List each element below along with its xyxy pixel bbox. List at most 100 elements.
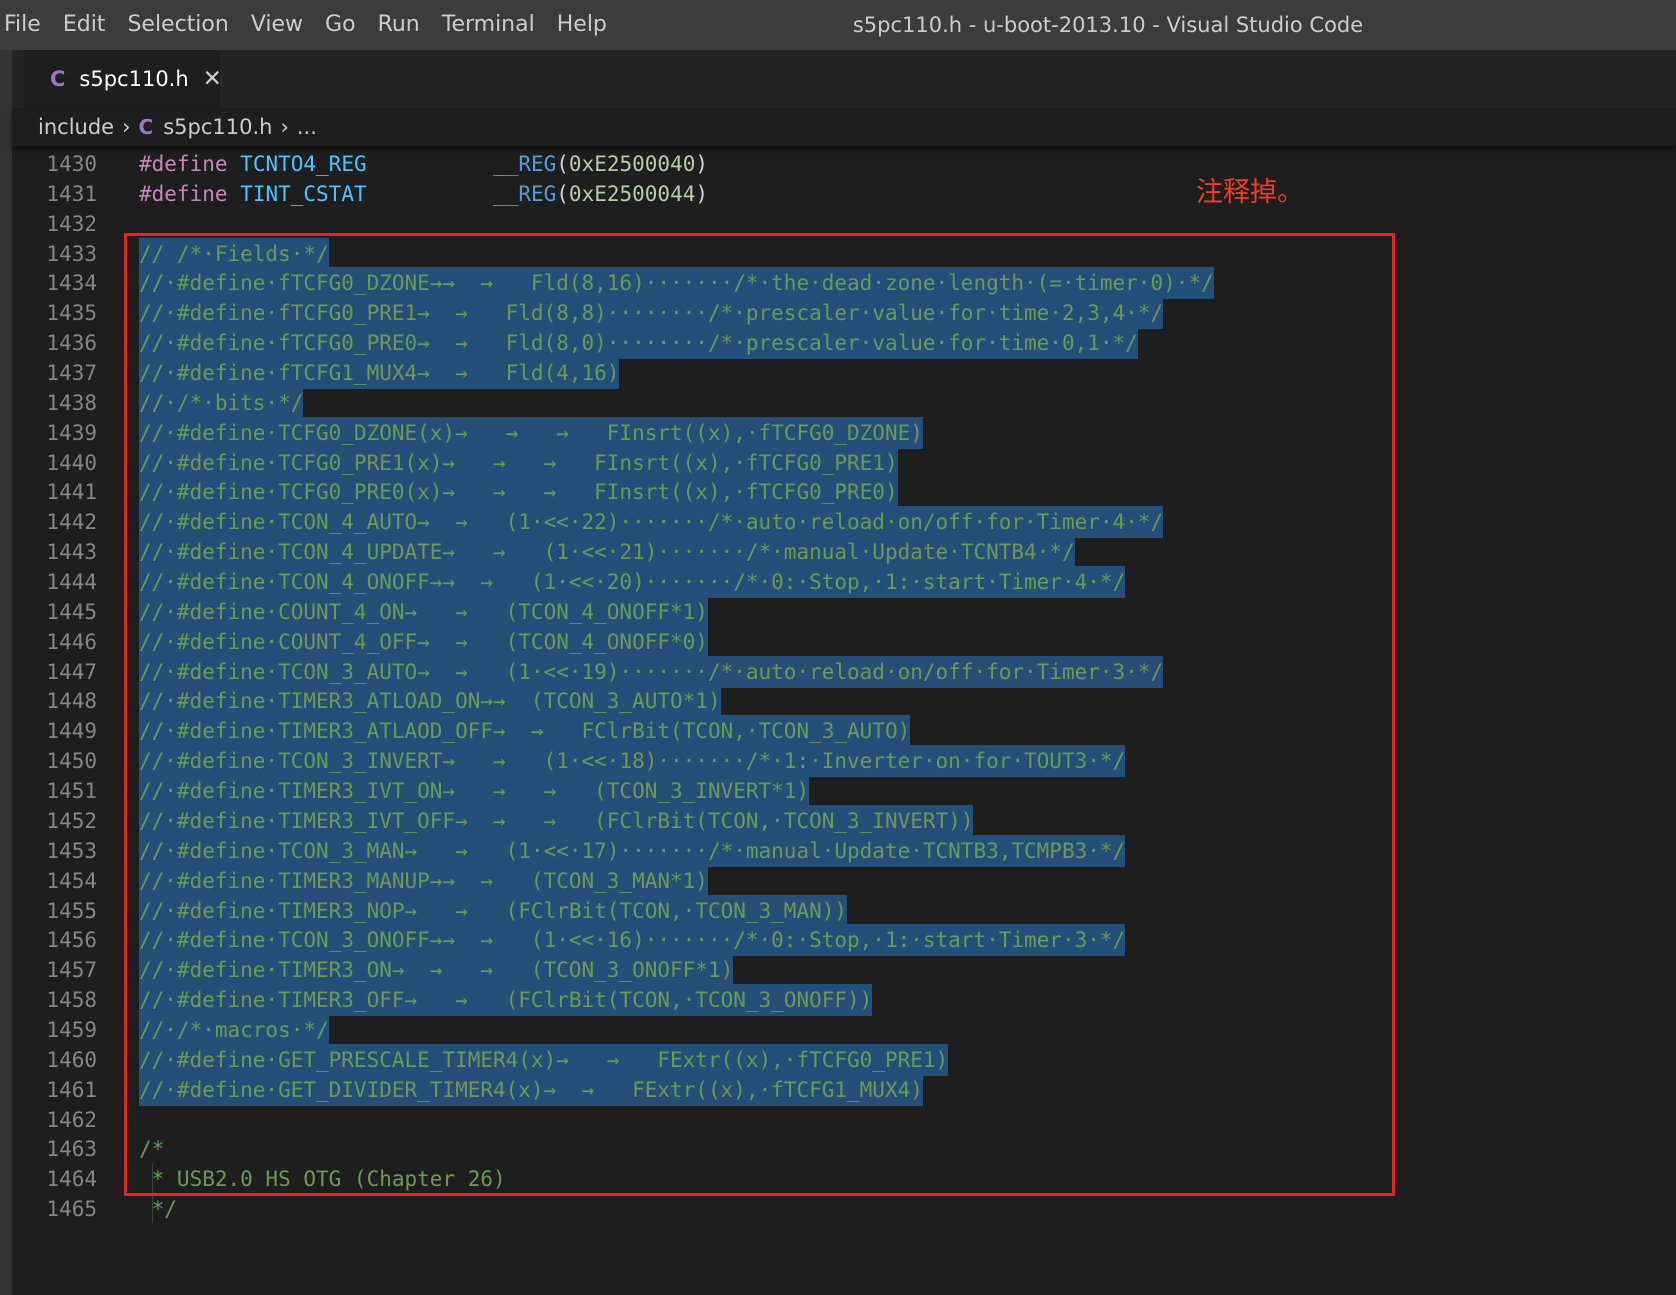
comment-text: */	[139, 1197, 177, 1222]
chevron-right-icon: ›	[122, 115, 131, 139]
code-line: 1460 //·#define·GET_PRESCALE_TIMER4(x)→ →…	[12, 1043, 1672, 1076]
code-line: 1432	[12, 208, 1672, 240]
paren: )	[695, 152, 709, 176]
code-line: 1461 //·#define·GET_DIVIDER_TIMER4(x)→ → …	[12, 1073, 1672, 1106]
code-line: 1465 */	[12, 1193, 1672, 1225]
commented-code-selected: //·#define·COUNT_4_ON→ → (TCON_4_ONOFF*1…	[139, 595, 708, 628]
code-line: 1433 // /*·Fields·*/	[12, 237, 1672, 270]
menu-item-help[interactable]: Help	[546, 0, 618, 50]
code-line: 1458 //·#define·TIMER3_OFF→ → (FClrBit(TC…	[12, 984, 1672, 1017]
line-number: 1459	[46, 1017, 97, 1042]
line-number: 1436	[46, 331, 97, 356]
code-line: 1435 //·#define·fTCFG0_PRE1→ → Fld(8,8)··…	[12, 297, 1672, 330]
commented-code-selected: // /*·Fields·*/	[139, 237, 329, 270]
commented-code-selected: //·#define·TCFG0_DZONE(x)→ → → FInsrt((x…	[139, 416, 923, 449]
line-number: 1464	[46, 1167, 97, 1192]
commented-code-selected: //·#define·TIMER3_NOP→ → (FClrBit(TCON,·…	[139, 894, 848, 927]
commented-code-selected: //·#define·TCON_4_AUTO→ → (1·<<·22)·····…	[139, 506, 1164, 539]
line-number: 1439	[46, 420, 97, 445]
spacing	[367, 182, 493, 206]
c-file-icon: C	[50, 67, 66, 91]
code-line: 1438 //·/*·bits·*/	[12, 386, 1672, 419]
commented-code-selected: //·#define·TCON_4_ONOFF→→ → (1·<<·20)···…	[139, 566, 1126, 599]
menu-item-view[interactable]: View	[240, 0, 314, 50]
commented-code-selected: //·#define·TIMER3_IVT_ON→ → → (TCON_3_IN…	[139, 775, 810, 808]
commented-code-selected: //·#define·fTCFG1_MUX4→ → Fld(4,16)	[139, 357, 620, 390]
commented-code-selected: //·#define·GET_PRESCALE_TIMER4(x)→ → FEx…	[139, 1043, 949, 1076]
code-line: 1442 //·#define·TCON_4_AUTO→ → (1·<<·22)·…	[12, 506, 1672, 539]
annotation-text: 注释掉。	[1196, 177, 1304, 208]
commented-code-selected: //·/*·macros·*/	[139, 1013, 329, 1046]
line-number: 1465	[46, 1197, 97, 1222]
title-bar: File Edit Selection View Go Run Terminal Help	[0, 0, 1676, 50]
chevron-right-icon: ›	[280, 115, 289, 139]
activity-bar-edge	[0, 50, 12, 1295]
code-line: 1434 //·#define·fTCFG0_DZONE→→ → Fld(8,16…	[12, 267, 1672, 300]
commented-code-selected: //·#define·TIMER3_ATLAOD_OFF→ → FClrBit(…	[139, 715, 911, 748]
line-number: 1444	[46, 570, 97, 595]
line-number: 1457	[46, 958, 97, 983]
commented-code-selected: //·#define·TIMER3_ATLOAD_ON→→ (TCON_3_AU…	[139, 685, 721, 718]
menu-item-go[interactable]: Go	[314, 0, 367, 50]
spacing	[367, 152, 493, 176]
menu-bar: File Edit Selection View Go Run Terminal Help	[0, 0, 618, 50]
comment-text: * USB2.0 HS OTG (Chapter 26)	[139, 1167, 506, 1192]
line-number: 1430	[46, 152, 97, 176]
comment-text: /*	[139, 1137, 165, 1162]
tab-bar: C s5pc110.h ✕	[12, 50, 1676, 108]
code-editor[interactable]: 1430 #define TCNTO4_REG __REG(0xE2500040)…	[12, 146, 1676, 1295]
code-line: 1447 //·#define·TCON_3_AUTO→ → (1·<<·19)·…	[12, 655, 1672, 688]
line-number: 1450	[46, 749, 97, 774]
line-number: 1438	[46, 390, 97, 415]
line-number: 1460	[46, 1047, 97, 1072]
line-number: 1431	[46, 181, 97, 206]
breadcrumb: include › C s5pc110.h › ...	[12, 108, 1676, 146]
breadcrumb-file[interactable]: s5pc110.h	[163, 115, 272, 139]
commented-code-selected: //·#define·fTCFG0_DZONE→→ → Fld(8,16)···…	[139, 267, 1214, 300]
code-line: 1453 //·#define·TCON_3_MAN→ → (1·<<·17)··…	[12, 834, 1672, 867]
define-keyword: #define	[139, 152, 228, 176]
breadcrumb-folder[interactable]: include	[38, 115, 114, 139]
line-number: 1442	[46, 510, 97, 535]
line-number: 1448	[46, 689, 97, 714]
code-line: 1451 //·#define·TIMER3_IVT_ON→ → → (TCON_…	[12, 775, 1672, 808]
menu-item-selection[interactable]: Selection	[116, 0, 239, 50]
code-line: 1448 //·#define·TIMER3_ATLOAD_ON→→ (TCON_…	[12, 685, 1672, 718]
code-line: 1436 //·#define·fTCFG0_PRE0→ → Fld(8,0)··…	[12, 327, 1672, 360]
line-number: 1432	[46, 211, 97, 236]
line-number: 1437	[46, 361, 97, 386]
menu-item-edit[interactable]: Edit	[52, 0, 117, 50]
line-number: 1458	[46, 988, 97, 1013]
macro-name: TCNTO4_REG	[240, 152, 367, 176]
paren: (	[556, 181, 569, 206]
line-number: 1456	[46, 928, 97, 953]
line-number: 1445	[46, 599, 97, 624]
breadcrumb-symbol[interactable]: ...	[297, 115, 317, 139]
code-line: 1443 //·#define·TCON_4_UPDATE→ → (1·<<·21…	[12, 536, 1672, 569]
code-line: 1444 //·#define·TCON_4_ONOFF→→ → (1·<<·20…	[12, 566, 1672, 599]
indent-guide	[152, 1163, 153, 1223]
code-line: 1431 #define TINT_CSTAT __REG(0xE2500044)	[12, 178, 1672, 210]
address-value: 0xE2500044	[568, 181, 696, 206]
menu-item-run[interactable]: Run	[367, 0, 431, 50]
commented-code-selected: //·#define·TIMER3_ON→ → → (TCON_3_ONOFF*…	[139, 954, 734, 987]
code-line: 1464 * USB2.0 HS OTG (Chapter 26)	[12, 1163, 1672, 1195]
menu-item-file[interactable]: File	[0, 0, 52, 50]
c-file-icon: C	[138, 115, 154, 139]
code-line: 1430 #define TCNTO4_REG __REG(0xE2500040)	[12, 148, 1672, 180]
commented-code-selected: //·#define·TIMER3_IVT_OFF→ → → (FClrBit(…	[139, 804, 974, 837]
line-number: 1441	[46, 480, 97, 505]
commented-code-selected: //·#define·TCON_4_UPDATE→ → (1·<<·21)···…	[139, 536, 1075, 569]
commented-code-selected: //·#define·TIMER3_OFF→ → (FClrBit(TCON,·…	[139, 984, 873, 1017]
code-line: 1445 //·#define·COUNT_4_ON→ → (TCON_4_ONO…	[12, 595, 1672, 628]
code-line: 1456 //·#define·TCON_3_ONOFF→→ → (1·<<·16…	[12, 924, 1672, 957]
line-number: 1440	[46, 450, 97, 475]
close-icon[interactable]: ✕	[203, 66, 222, 92]
line-number: 1451	[46, 779, 97, 804]
code-line: 1439 //·#define·TCFG0_DZONE(x)→ → → FInsr…	[12, 416, 1672, 449]
tab-s5pc110-h[interactable]: C s5pc110.h ✕	[24, 50, 222, 108]
menu-item-terminal[interactable]: Terminal	[431, 0, 546, 50]
line-number: 1462	[46, 1107, 97, 1132]
